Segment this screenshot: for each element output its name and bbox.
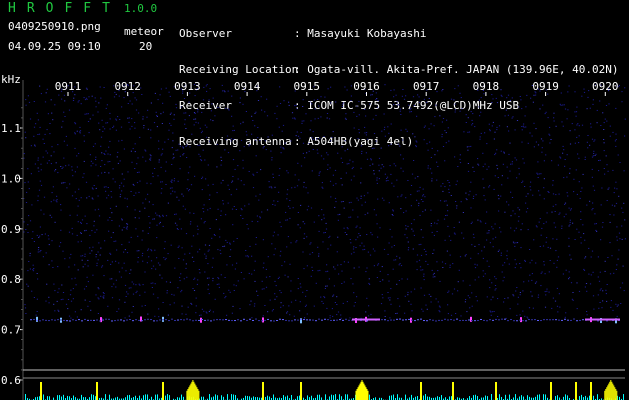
histogram-peak [357,387,359,400]
histogram-peak [605,389,607,400]
histogram-peak [363,383,365,400]
histogram-peak [187,389,189,400]
histogram-peak [367,390,369,400]
echo-trace [30,316,620,324]
histogram-peak [607,385,609,400]
histogram-peak [195,385,197,400]
histogram-peak [606,387,608,400]
histogram-peak [616,390,618,400]
x-tick-label: 0916 [353,80,380,93]
x-tick-label: 0912 [114,80,141,93]
histogram-peak [194,383,196,400]
histogram-peak [190,383,192,400]
histogram-peak [355,390,357,400]
x-tick-label: 0918 [473,80,500,93]
histogram [25,380,624,400]
histogram-peak [362,381,364,400]
histogram-peak [614,387,616,400]
histogram-peak [189,385,191,400]
histogram-peak [193,381,195,400]
histogram-peak [356,389,358,400]
histogram-peak [359,383,361,400]
y-tick-label: 0.8 [1,273,21,286]
histogram-peak [366,389,368,400]
histogram-peak [188,387,190,400]
histogram-peak [196,387,198,400]
histogram-peak [609,381,611,400]
noise-field [23,84,626,319]
histogram-peak [186,390,188,400]
spectrogram: 1.1 1.0 0.9 0.8 0.7 0.6 0911 0912 0913 0914 0915 09… [1,80,626,400]
y-tick-label: 0.7 [1,324,21,337]
histogram-peak [192,380,194,400]
x-tick-label: 0919 [532,80,559,93]
y-tick-label: 0.6 [1,374,21,387]
x-tick-label: 0920 [592,80,619,93]
histogram-peak [358,385,360,400]
histogram-peak [197,389,199,400]
histogram-peak [360,381,362,400]
histogram-peak [615,389,617,400]
y-tick-label: 0.9 [1,223,21,236]
histogram-peak [364,385,366,400]
x-tick-label: 0913 [174,80,201,93]
y-tick-label: 1.1 [1,122,21,135]
x-tick-label: 0915 [294,80,321,93]
histogram-peak [613,385,615,400]
histogram-peak [191,381,193,400]
x-tick-label: 0911 [55,80,82,93]
histogram-peak [604,390,606,400]
histogram-peak [612,383,614,400]
x-tick-label: 0914 [234,80,261,93]
histogram-peak [365,387,367,400]
y-tick-label: 1.0 [1,172,21,185]
histogram-peak [198,390,200,400]
histogram-peak [361,380,363,400]
histogram-peak [611,381,613,400]
histogram-peak [610,380,612,400]
x-tick-label: 0917 [413,80,440,93]
histogram-peak [608,383,610,400]
